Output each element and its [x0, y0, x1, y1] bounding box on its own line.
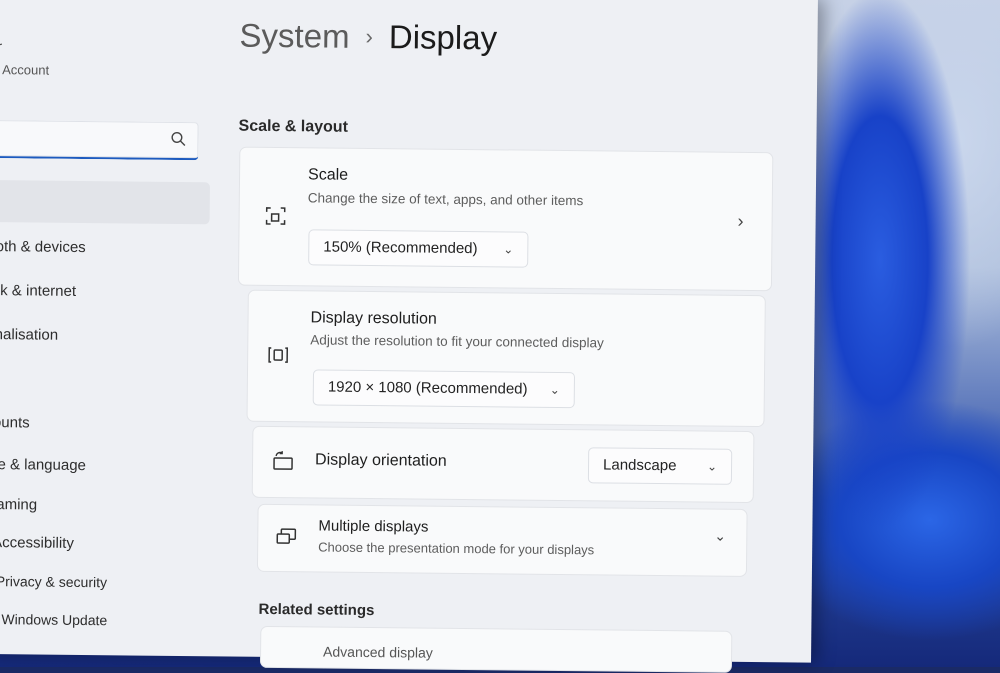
- sidebar-item-system[interactable]: n: [0, 179, 210, 225]
- sidebar-item-label: Accessibility: [0, 534, 74, 552]
- display-resolution-value: 1920 × 1080 (Recommended): [327, 378, 528, 398]
- sidebar-item-label: Privacy & security: [0, 573, 108, 591]
- scale-icon: [265, 207, 286, 225]
- display-resolution-dropdown[interactable]: 1920 × 1080 (Recommended) ⌄: [313, 370, 575, 408]
- sidebar-item-label: counts: [0, 413, 30, 432]
- sidebar-item-label: onalisation: [0, 325, 59, 344]
- sidebar-item-windows-update[interactable]: Windows Update: [0, 598, 206, 642]
- breadcrumb-system[interactable]: System: [239, 17, 349, 55]
- sidebar-item-bluetooth-devices[interactable]: ooth & devices: [0, 226, 210, 270]
- advanced-display-card[interactable]: Advanced display: [260, 626, 732, 672]
- chevron-down-icon: ⌄: [503, 242, 514, 257]
- display-resolution-title: Display resolution: [310, 309, 437, 328]
- multiple-displays-icon: [276, 528, 297, 544]
- multiple-displays-title: Multiple displays: [318, 517, 429, 536]
- sidebar-item-label: me & language: [0, 455, 87, 475]
- sidebar-nav: n ooth & devices ork & internet onalisat…: [0, 179, 210, 642]
- orientation-icon: [273, 451, 293, 470]
- display-resolution-card: Display resolution Adjust the resolution…: [247, 290, 765, 427]
- multiple-displays-description: Choose the presentation mode for your di…: [318, 539, 595, 558]
- display-orientation-dropdown[interactable]: Landscape ⌄: [588, 448, 732, 484]
- advanced-display-label: Advanced display: [323, 643, 433, 661]
- search-box[interactable]: g: [0, 119, 199, 161]
- multiple-displays-card[interactable]: Multiple displays Choose the presentatio…: [257, 504, 747, 576]
- display-orientation-value: Landscape: [602, 456, 677, 475]
- display-orientation-card: Display orientation Landscape ⌄: [252, 426, 754, 503]
- account-name: r: [0, 38, 3, 55]
- sidebar-item-label: Gaming: [0, 495, 38, 514]
- sidebar-item-network-internet[interactable]: ork & internet: [0, 270, 209, 314]
- sidebar-item-time-language[interactable]: me & language: [0, 444, 207, 488]
- breadcrumb-separator-icon: ›: [365, 23, 374, 50]
- scale-dropdown[interactable]: 150% (Recommended) ⌄: [309, 230, 528, 267]
- chevron-down-icon: ⌄: [706, 459, 718, 474]
- chevron-down-icon[interactable]: ⌄: [714, 528, 726, 545]
- display-orientation-title: Display orientation: [315, 451, 447, 470]
- section-title-scale-layout: Scale & layout: [238, 117, 349, 136]
- scale-description: Change the size of text, apps, and other…: [307, 190, 584, 209]
- scale-title: Scale: [307, 166, 349, 184]
- chevron-down-icon: ⌄: [549, 382, 560, 397]
- scale-dropdown-value: 150% (Recommended): [323, 238, 478, 258]
- scale-card[interactable]: Scale Change the size of text, apps, and…: [238, 147, 773, 291]
- account-subtitle: al Account: [0, 62, 50, 78]
- sidebar-item-label: Windows Update: [1, 611, 108, 629]
- resolution-icon: [268, 347, 289, 363]
- sidebar-item-label: ooth & devices: [0, 237, 86, 257]
- sidebar-item-accounts[interactable]: counts: [0, 402, 208, 446]
- settings-window: r al Account g n ooth & devices ork & in…: [0, 0, 818, 672]
- breadcrumb: System › Display: [239, 17, 497, 58]
- sidebar: r al Account g n ooth & devices ork & in…: [0, 0, 215, 656]
- page-title: Display: [388, 18, 498, 57]
- main-content: System › Display Scale & layout Scale Chan…: [233, 0, 818, 672]
- search-icon[interactable]: [170, 131, 186, 147]
- chevron-right-icon[interactable]: ›: [738, 211, 744, 232]
- display-resolution-description: Adjust the resolution to fit your connec…: [310, 332, 604, 351]
- sidebar-item-label: ork & internet: [0, 281, 77, 300]
- sidebar-item-apps[interactable]: s: [0, 358, 208, 402]
- related-settings-title: Related settings: [258, 600, 375, 620]
- sidebar-item-personalisation[interactable]: onalisation: [0, 314, 209, 358]
